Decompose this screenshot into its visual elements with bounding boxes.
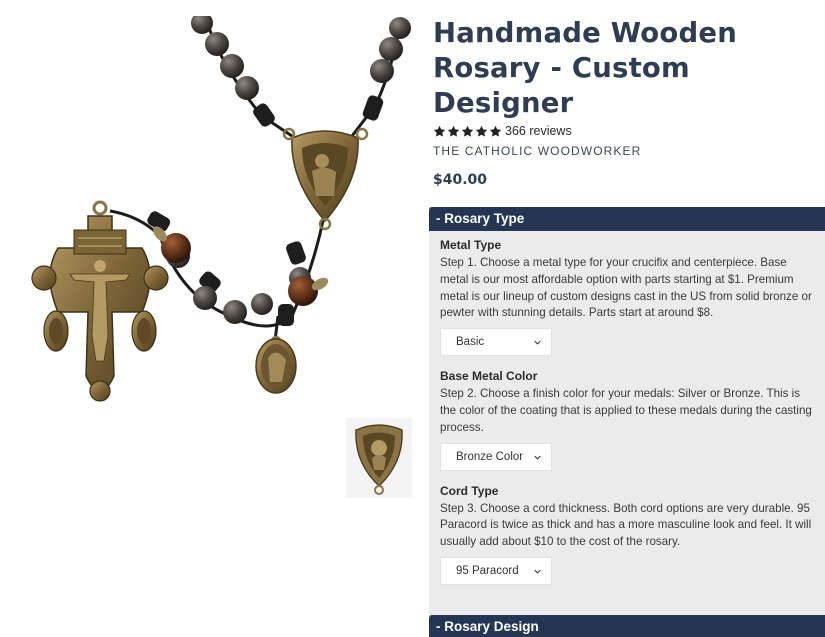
- option-label: Metal Type: [440, 238, 502, 252]
- metal-color-select[interactable]: Bronze Color: [440, 442, 552, 471]
- star-icon: [461, 125, 474, 137]
- rosary-main-image[interactable]: [30, 16, 415, 406]
- product-info: Handmade Wooden Rosary - Custom Designer…: [433, 16, 825, 188]
- option-label: Base Metal Color: [440, 369, 538, 384]
- select-value: Bronze Color: [456, 450, 524, 463]
- product-gallery: [0, 0, 425, 637]
- centerpiece-medal: [282, 127, 369, 231]
- star-icon: [489, 125, 502, 137]
- section-header-rosary-type[interactable]: - Rosary Type: [429, 207, 825, 231]
- select-value: 95 Paracord: [456, 564, 519, 577]
- product-price: $40.00: [433, 172, 488, 188]
- option-description: Step 3. Choose a cord thickness. Both co…: [440, 501, 812, 549]
- thumbnail-medal[interactable]: [346, 418, 412, 498]
- chevron-down-icon: [534, 455, 541, 460]
- chevron-down-icon: [534, 569, 541, 574]
- option-description: Step 1. Choose a metal type for your cru…: [440, 256, 812, 320]
- options-panel: - Rosary Type Metal Type Step 1. Choose …: [429, 207, 825, 637]
- option-cord-type: Cord Type Step 3. Choose a cord thicknes…: [429, 483, 825, 585]
- cord-type-select[interactable]: 95 Paracord: [440, 556, 552, 585]
- star-icon: [433, 125, 446, 137]
- reviews-link[interactable]: 366 reviews: [505, 124, 572, 138]
- option-metal-type: Metal Type Step 1. Choose a metal type f…: [429, 237, 825, 357]
- oval-medal: [255, 335, 297, 394]
- star-rating: [433, 125, 502, 138]
- product-rating[interactable]: 366 reviews: [433, 123, 825, 139]
- metal-type-select[interactable]: Basic: [440, 328, 552, 357]
- crucifix: [31, 200, 169, 402]
- select-value: Basic: [456, 336, 485, 349]
- option-label: Cord Type: [440, 483, 499, 498]
- vendor-link[interactable]: THE CATHOLIC WOODWORKER: [433, 144, 825, 158]
- option-description: Step 2. Choose a finish color for your m…: [440, 387, 812, 434]
- option-base-metal-color: Base Metal Color Step 2. Choose a finish…: [429, 368, 825, 471]
- section-header-rosary-design[interactable]: - Rosary Design: [429, 615, 825, 637]
- star-icon: [475, 125, 488, 137]
- star-icon: [447, 125, 460, 137]
- chevron-down-icon: [534, 340, 541, 345]
- product-title: Handmade Wooden Rosary - Custom Designer: [433, 17, 738, 119]
